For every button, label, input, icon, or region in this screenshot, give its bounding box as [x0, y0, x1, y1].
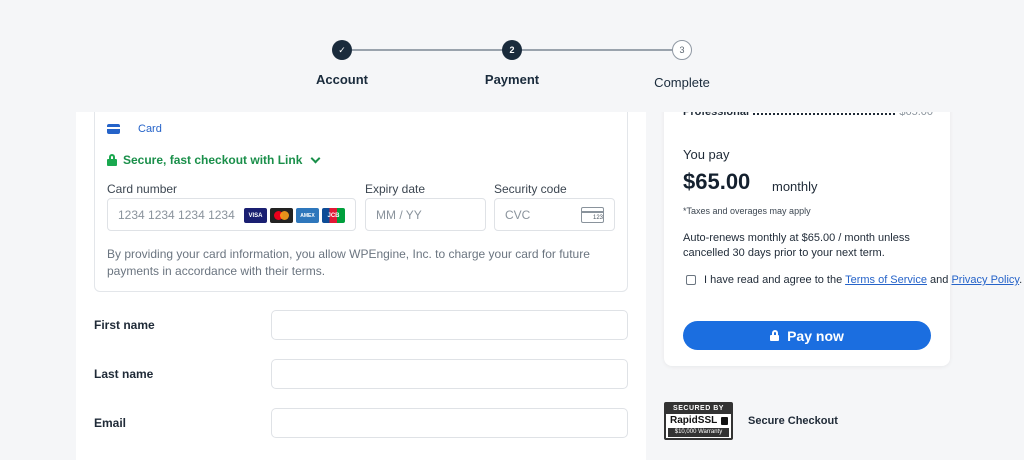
pay-now-button[interactable]: Pay now [683, 321, 931, 350]
terms-checkbox[interactable] [686, 275, 696, 285]
padlock-icon [721, 417, 729, 425]
autorenew-text: Auto-renews monthly at $65.00 / month un… [683, 232, 910, 259]
expiry-placeholder: MM / YY [376, 207, 422, 222]
pay-now-label: Pay now [787, 327, 844, 344]
security-code-label: Security code [494, 182, 567, 196]
agree-and: and [927, 274, 952, 286]
amex-icon: AMEX [296, 208, 319, 223]
expiry-label: Expiry date [365, 182, 426, 196]
step-connector [521, 49, 673, 51]
lock-icon [770, 330, 780, 341]
privacy-policy-link[interactable]: Privacy Policy [951, 274, 1019, 286]
card-brand-logos: VISA AMEX JCB [244, 208, 345, 223]
terms-of-service-link[interactable]: Terms of Service [845, 274, 927, 286]
email-label: Email [94, 416, 127, 430]
ssl-badge-top: SECURED BY [666, 404, 731, 414]
chevron-down-icon [310, 153, 321, 163]
step-payment-label: Payment [484, 72, 540, 87]
step-account-label: Account [316, 72, 368, 87]
link-checkout-toggle[interactable]: Secure, fast checkout with Link [107, 153, 321, 167]
credit-card-icon [107, 124, 120, 134]
last-name-label: Last name [94, 367, 154, 381]
ssl-brand: RapidSSL [670, 415, 718, 426]
step-payment-marker: 2 [502, 40, 522, 60]
lock-icon [107, 154, 117, 166]
agree-prefix: I have read and agree to the [704, 274, 846, 286]
step-connector [352, 49, 503, 51]
terms-agreement-text: I have read and agree to the Terms of Se… [704, 273, 1022, 288]
visa-icon: VISA [244, 208, 267, 223]
checkout-stepper: ✓ 2 3 Account Payment Complete [0, 0, 1024, 112]
link-checkout-text: Secure, fast checkout with Link [123, 153, 303, 167]
ssl-badge-bottom: $10,000 Warranty [668, 428, 729, 437]
secure-checkout-label: Secure Checkout [748, 415, 838, 427]
payment-method-card-tab[interactable]: Card [107, 123, 162, 135]
cvc-input[interactable]: CVC 123 [494, 198, 615, 231]
card-consent-text: By providing your card information, you … [107, 247, 590, 278]
total-amount: $65.00 [683, 169, 751, 194]
step-account-check-icon: ✓ [332, 40, 352, 60]
first-name-input[interactable] [271, 310, 628, 340]
last-name-input[interactable] [271, 359, 628, 389]
cvc-icon-number: 123 [592, 215, 603, 221]
card-number-placeholder: 1234 1234 1234 1234 [118, 207, 235, 222]
card-tab-label: Card [138, 123, 162, 135]
expiry-input[interactable]: MM / YY [365, 198, 486, 231]
rapidssl-badge-icon: SECURED BY RapidSSL $10,000 Warranty [664, 402, 733, 440]
cvc-placeholder: CVC [505, 207, 531, 222]
step-complete-marker: 3 [672, 40, 692, 60]
mastercard-icon [270, 208, 293, 223]
email-input[interactable] [271, 408, 628, 438]
card-number-label: Card number [107, 182, 178, 196]
tax-note: *Taxes and overages may apply [683, 206, 811, 216]
terms-agreement: I have read and agree to the Terms of Se… [686, 273, 1022, 288]
agree-suffix: . [1019, 274, 1023, 286]
you-pay-label: You pay [683, 147, 730, 162]
billing-period: monthly [772, 179, 818, 194]
card-number-input[interactable]: 1234 1234 1234 1234 VISA AMEX JCB [107, 198, 356, 231]
step-complete-label: Complete [654, 75, 710, 90]
jcb-icon: JCB [322, 208, 345, 223]
ssl-badge-middle: RapidSSL [666, 414, 731, 428]
first-name-label: First name [94, 318, 155, 332]
